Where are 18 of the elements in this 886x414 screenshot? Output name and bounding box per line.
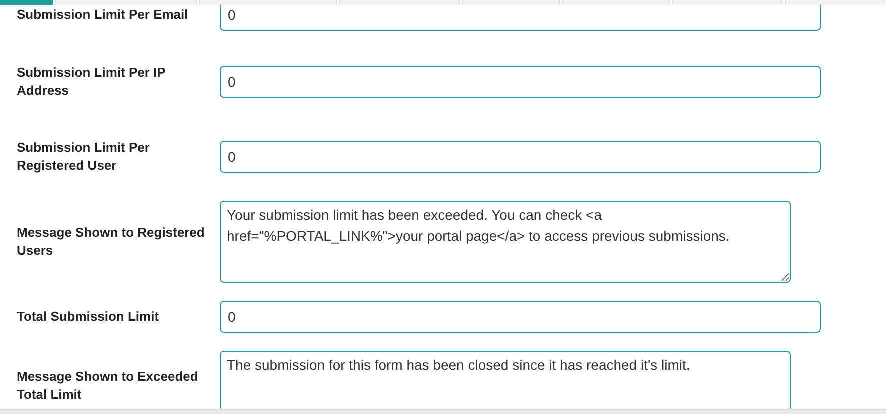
field-label: Submission Limit Per IP Address (16, 64, 167, 100)
input-field[interactable]: 0 (220, 301, 821, 333)
field-label: Message Shown to Exceeded Total Limit (16, 368, 200, 404)
field-label: Total Submission Limit (16, 308, 160, 326)
field-label: Message Shown to Registered Users (16, 224, 206, 260)
input-field[interactable]: 0 (220, 66, 821, 98)
tab[interactable] (0, 0, 53, 5)
field-label: Submission Limit Per Registered User (16, 139, 151, 175)
field-label: Submission Limit Per Email (16, 6, 190, 24)
message-textarea[interactable]: Your submission limit has been exceeded. You can check <a href="%PORTAL_LINK%">your portal page</a> to access previous submissions. (220, 201, 791, 283)
tab[interactable] (339, 0, 460, 5)
tab[interactable] (55, 0, 197, 5)
tab[interactable] (785, 0, 885, 5)
tab[interactable] (562, 0, 670, 5)
input-field[interactable]: 0 (220, 141, 821, 173)
tab[interactable] (199, 0, 337, 5)
tab[interactable] (672, 0, 783, 5)
tab[interactable] (462, 0, 560, 5)
